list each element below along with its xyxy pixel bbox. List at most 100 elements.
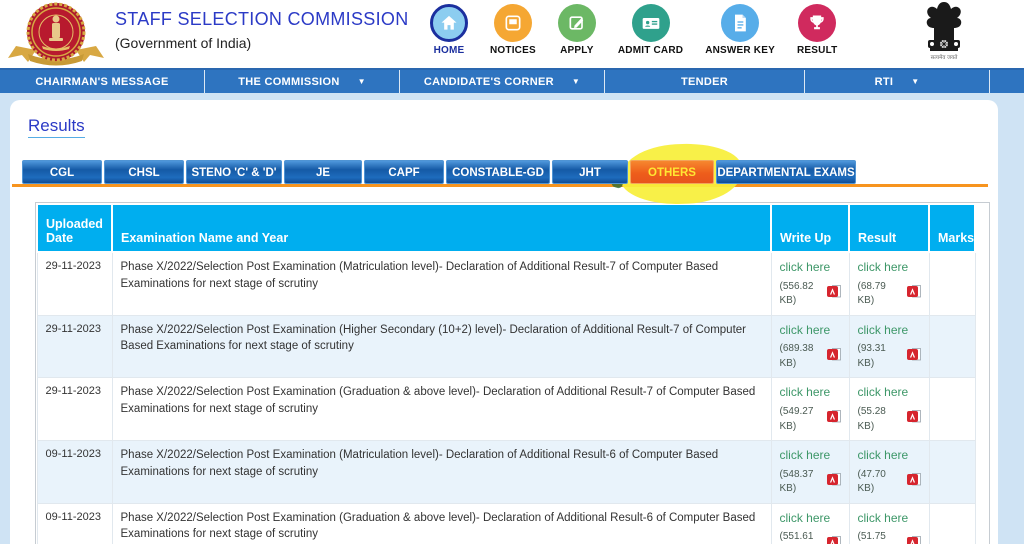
pdf-icon-wrap[interactable] [906,410,921,429]
nav-item-chairman-s-message[interactable]: CHAIRMAN'S MESSAGE [0,70,205,93]
file-size-text: (548.37 KB) [779,468,814,495]
file-size-text: (55.28 KB) [857,406,886,432]
tab-je[interactable]: JE [284,160,362,184]
tab-constable-gd[interactable]: CONSTABLE-GD [446,160,550,184]
result-link[interactable]: click here [858,322,909,339]
writeup-cell: click here (556.82 KB) [770,251,850,316]
marks-cell [928,377,976,442]
quick-link-answer-key[interactable]: ANSWER KEY [705,4,775,56]
result-link[interactable]: click here [858,510,909,527]
pdf-icon [906,473,921,486]
table-row: 29-11-2023 Phase X/2022/Selection Post Ex… [36,314,976,379]
file-size: (548.37 KB) [780,468,841,497]
result-cell: click here (47.70 KB) [848,440,930,504]
quick-link-admit-card[interactable]: ADMIT CARD [618,4,683,56]
quick-link-home[interactable]: HOME [430,4,468,56]
pdf-icon-wrap[interactable] [906,347,921,367]
nav-item-the-commission[interactable]: THE COMMISSION ▼ [205,70,400,93]
writeup-cell: click here (689.38 KB) [770,314,850,379]
apply-icon [557,4,596,42]
pdf-icon-wrap[interactable] [826,285,841,304]
quick-links: HOME NOTICES APPLY ADMIT CARD ANSWER KEY RESU… [430,4,837,56]
marks-cell [928,440,976,504]
tab-departmental-exams[interactable]: DEPARTMENTAL EXAMS [716,160,856,184]
quick-link-result[interactable]: RESULT [797,4,837,56]
result-link[interactable]: click here [858,384,909,401]
pdf-icon [826,473,841,486]
pdf-icon [906,347,921,360]
col-header-write-up: Write Up [770,203,850,253]
nav-item-tender[interactable]: TENDER [605,70,805,93]
col-header-result: Result [848,203,930,253]
exam-name-cell: Phase X/2022/Selection Post Examination … [111,502,772,544]
tabs-zone: CGL CHSL STENO 'C' & 'D' JE CAPF CONSTABLE-GD… [12,140,998,208]
nav-item-label: TENDER [680,75,729,88]
quick-link-apply[interactable]: APPLY [557,4,596,56]
results-table-container: Uploaded Date Examination Name and Year … [35,202,990,544]
chevron-down-icon: ▼ [571,77,581,86]
exam-name-cell: Phase X/2022/Selection Post Examination … [111,377,772,442]
quick-link-label: NOTICES [490,45,536,56]
quick-link-notices[interactable]: NOTICES [490,4,536,56]
pdf-icon-wrap[interactable] [906,535,921,544]
tab-cgl[interactable]: CGL [22,160,102,184]
results-table: Uploaded Date Examination Name and Year … [36,203,976,544]
writeup-cell: click here (549.27 KB) [770,377,850,442]
nav-item-label: CANDIDATE'S CORNER [423,75,554,88]
pdf-icon-wrap[interactable] [826,473,841,492]
pdf-icon-wrap[interactable] [826,535,841,544]
file-size-text: (549.27 KB) [779,406,814,432]
uploaded-date-cell: 29-11-2023 [36,377,113,442]
file-size: (47.70 KB) [858,468,921,497]
writeup-link[interactable]: click here [780,322,831,339]
quick-link-label: APPLY [560,45,594,56]
file-size-text: (551.61 KB) [779,531,814,543]
exam-name-cell: Phase X/2022/Selection Post Examination … [111,440,772,504]
tab-chsl[interactable]: CHSL [104,160,184,184]
notices-icon [493,4,532,42]
file-size: (55.28 KB) [858,405,921,434]
tab-others[interactable]: OTHERS [630,160,714,184]
marks-cell [928,251,976,316]
tab-steno-c-d-[interactable]: STENO 'C' & 'D' [186,160,282,184]
pdf-icon-wrap[interactable] [826,410,841,429]
nav-item-label: CHAIRMAN'S MESSAGE [35,75,169,88]
writeup-link[interactable]: click here [780,510,831,527]
nav-item-rti[interactable]: RTI ▼ [805,70,990,93]
pdf-icon [906,285,921,298]
writeup-link[interactable]: click here [780,384,831,401]
pdf-icon-wrap[interactable] [826,347,841,367]
writeup-link[interactable]: click here [780,259,831,276]
marks-cell [928,502,976,544]
national-emblem-icon: सत्यमेव जयते [920,0,968,69]
result-link[interactable]: click here [858,259,909,276]
table-row: 09-11-2023 Phase X/2022/Selection Post Ex… [36,440,976,504]
file-size-text: (68.79 KB) [857,280,886,307]
quick-link-label: ADMIT CARD [617,45,684,56]
pdf-icon-wrap[interactable] [906,473,921,492]
nav-item-candidate-s-corner[interactable]: CANDIDATE'S CORNER ▼ [400,70,605,93]
tabs-row: CGL CHSL STENO 'C' & 'D' JE CAPF CONSTABLE-GD… [22,160,998,184]
table-row: 29-11-2023 Phase X/2022/Selection Post Ex… [36,377,976,442]
file-size: (51.75 KB) [858,530,921,544]
file-size-text: (51.75 KB) [857,531,886,543]
nav-filler [990,70,1024,93]
ssc-results-page: STAFF SELECTION COMMISSION (Government o… [0,0,1024,544]
writeup-link[interactable]: click here [780,447,831,464]
tab-jht[interactable]: JHT [552,160,628,184]
content-area: Results CGL CHSL STENO 'C' & 'D' JE CAPF CONS… [0,93,1024,544]
exam-name-cell: Phase X/2022/Selection Post Examination … [111,314,772,379]
nav-item-label: THE COMMISSION [238,75,340,88]
home-icon [430,4,468,42]
uploaded-date-cell: 09-11-2023 [36,440,113,504]
nav-item-label: RTI [874,75,894,88]
pdf-icon-wrap[interactable] [906,285,921,304]
results-heading-link[interactable]: Results [28,116,85,138]
result-link[interactable]: click here [858,447,909,464]
quick-link-label: ANSWER KEY [705,45,775,56]
file-size: (93.31 KB) [858,342,921,371]
uploaded-date-cell: 29-11-2023 [36,314,113,379]
admit-card-icon [631,4,670,42]
pdf-icon [826,347,841,360]
tab-capf[interactable]: CAPF [364,160,444,184]
